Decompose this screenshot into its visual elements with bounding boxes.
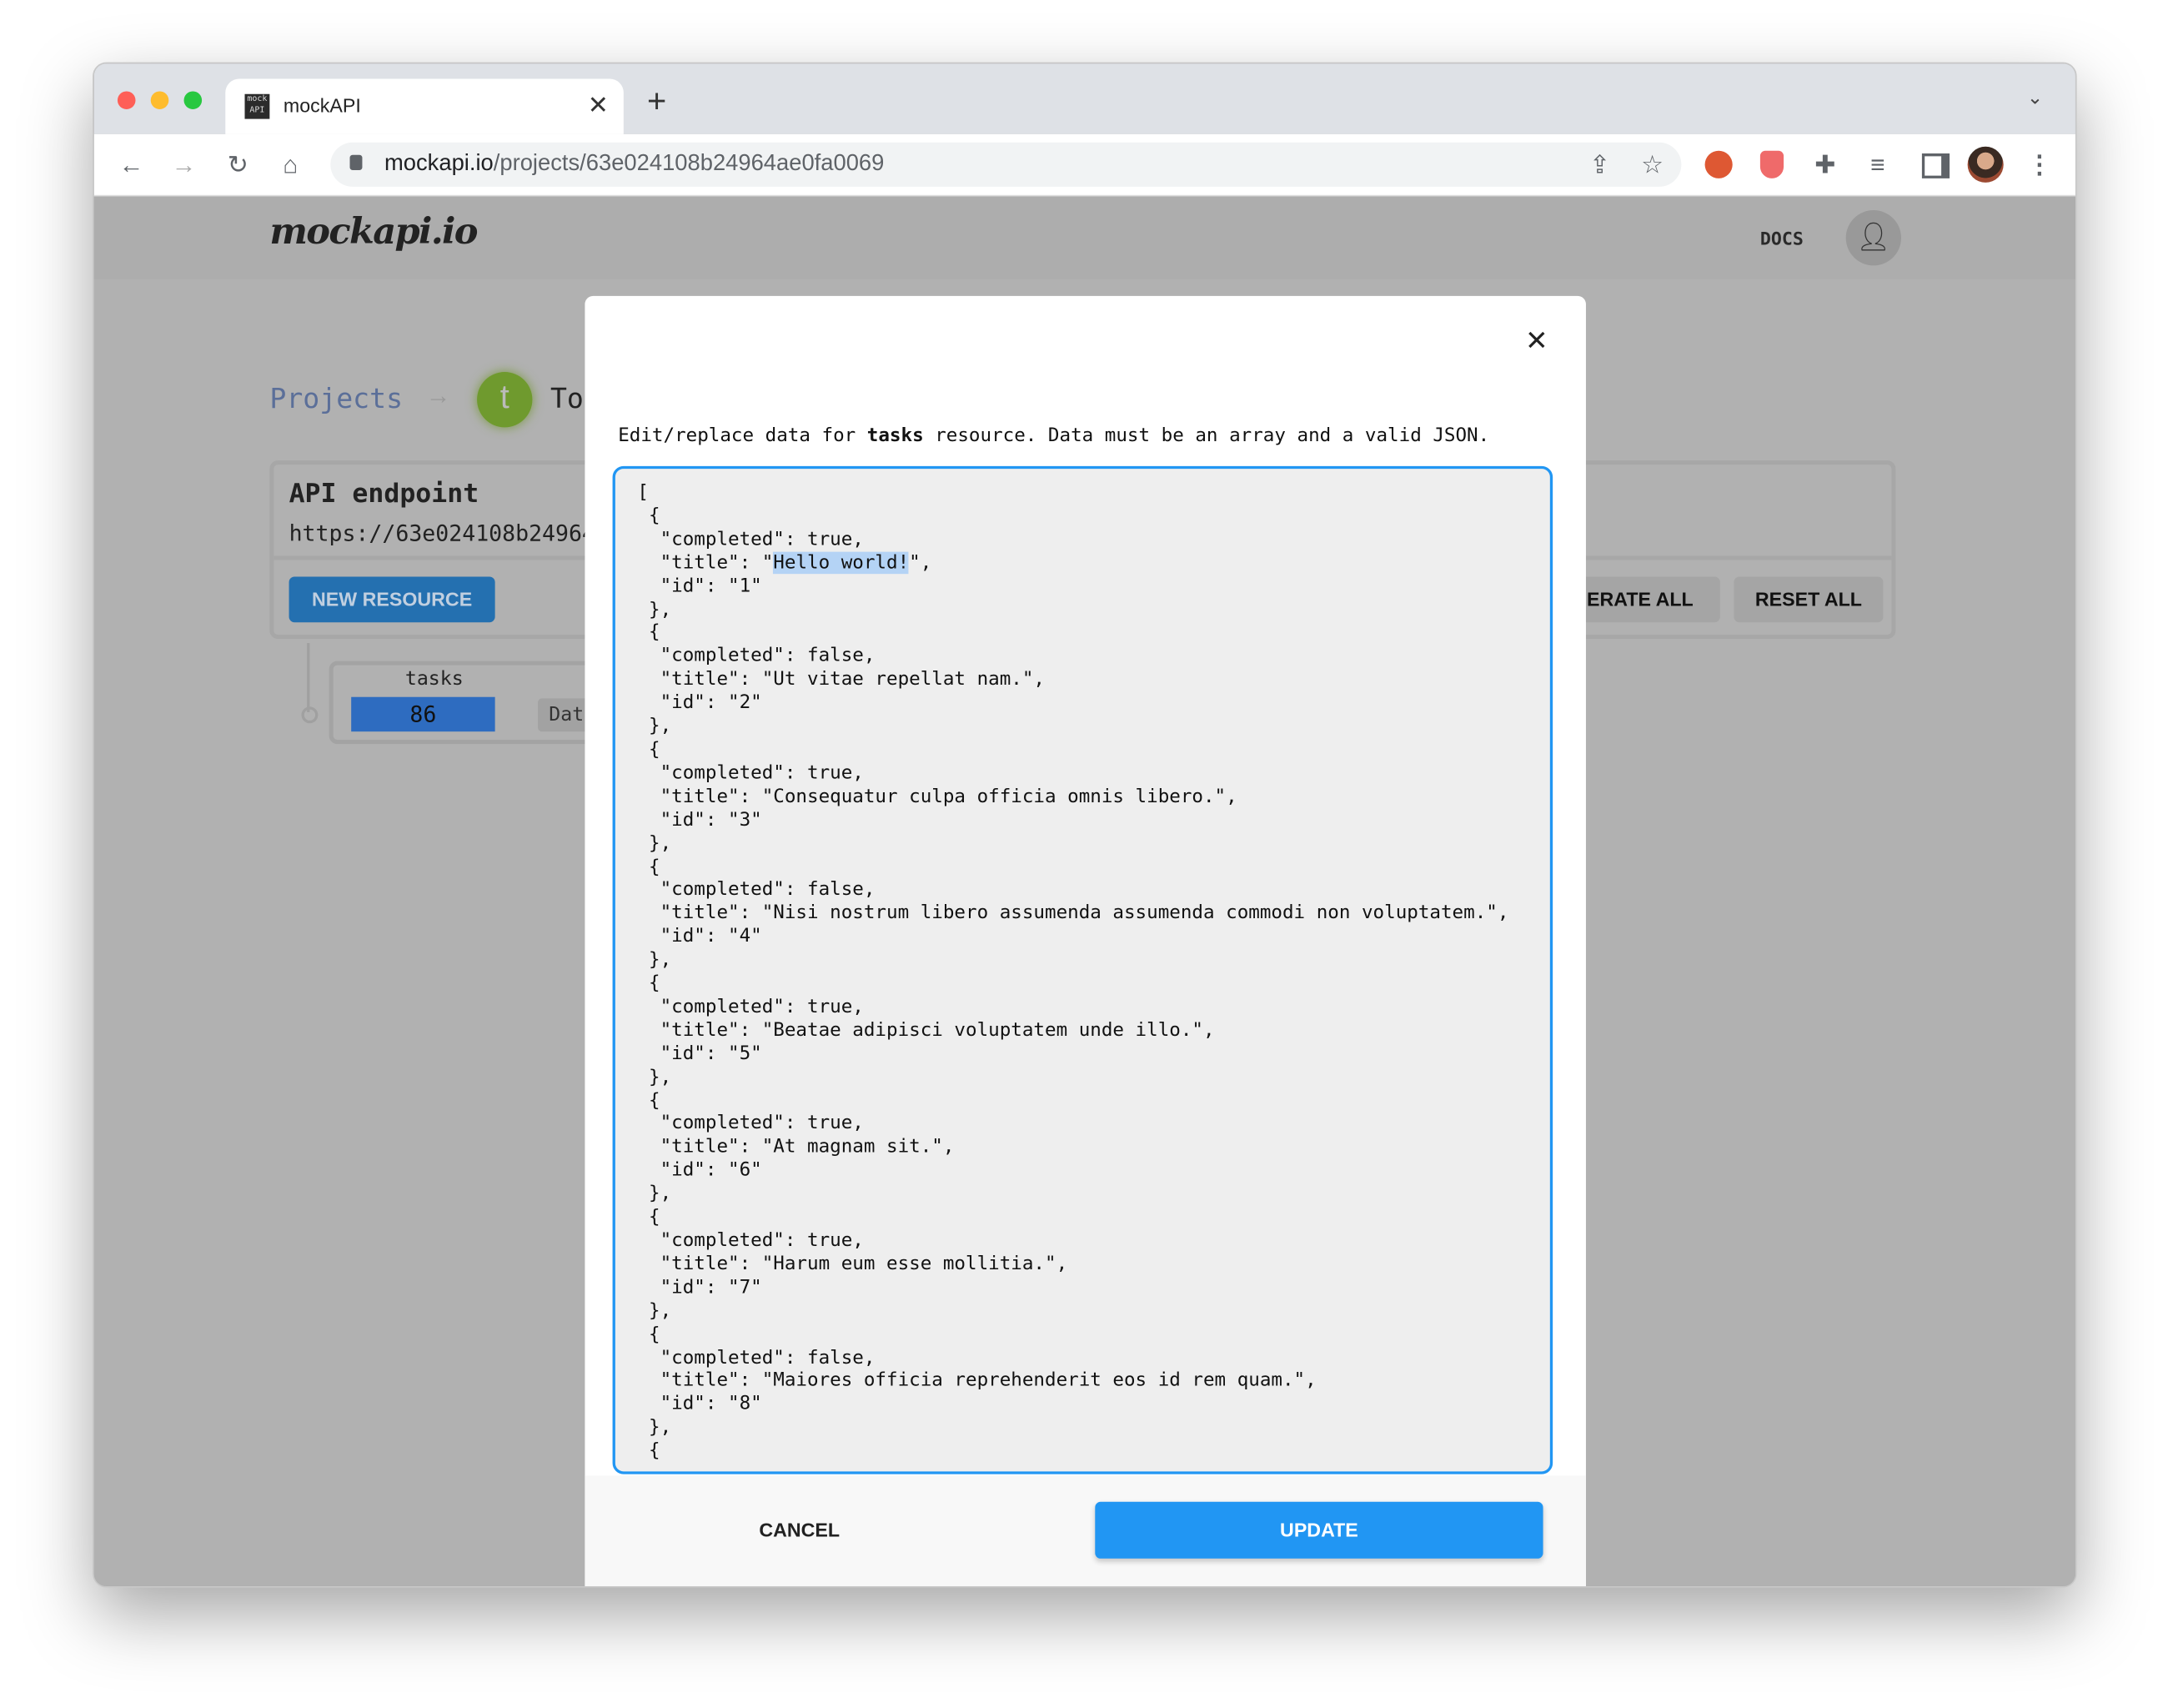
address-bar[interactable]: mockapi.io/projects/63e024108b24964ae0fa… — [330, 142, 1682, 187]
json-text[interactable]: [ { "completed": true, "title": "Hello w… — [615, 469, 1550, 1471]
tree-line — [307, 643, 310, 712]
user-account-icon[interactable]: 👤︎ — [1845, 210, 1902, 266]
new-resource-button[interactable]: NEW RESOURCE — [289, 576, 495, 623]
json-data-textarea[interactable]: [ { "completed": true, "title": "Hello w… — [612, 465, 1553, 1474]
update-button[interactable]: UPDATE — [1095, 1501, 1543, 1559]
browser-toolbar: ← → ↻ ⌂ mockapi.io/projects/63e024108b24… — [93, 133, 2075, 197]
side-panel-icon[interactable] — [1921, 153, 1950, 178]
tab-title: mockAPI — [283, 93, 361, 117]
tab-list-chevron-icon[interactable]: ⌄ — [2027, 86, 2043, 109]
endpoint-heading: API endpoint — [289, 478, 479, 510]
url-host: mockapi.io — [384, 150, 494, 176]
duckduckgo-extension-icon[interactable] — [1704, 150, 1733, 178]
resource-count-bar[interactable]: 86 — [351, 696, 495, 732]
new-tab-icon[interactable]: + — [647, 83, 666, 121]
page-content: mockapi.io DOCS 👤︎ Projects → t Todo API… — [93, 196, 2075, 1586]
desc-resource: tasks — [866, 424, 924, 447]
minimize-window-button[interactable] — [150, 91, 169, 109]
project-avatar: t — [477, 372, 533, 428]
site-header: mockapi.io DOCS 👤︎ — [93, 196, 2075, 279]
lock-icon — [349, 154, 363, 170]
share-icon[interactable]: ⇪ — [1583, 148, 1617, 181]
url-path: /projects/63e024108b24964ae0fa0069 — [493, 150, 885, 176]
reset-all-button[interactable]: RESET ALL — [1734, 576, 1884, 623]
tab-bar: mock API mockAPI ✕ + ⌄ — [93, 63, 2075, 134]
browser-tab[interactable]: mock API mockAPI ✕ — [225, 78, 624, 134]
desc-prefix: Edit/replace data for — [618, 424, 867, 447]
breadcrumb-projects[interactable]: Projects — [269, 382, 403, 415]
favicon-icon: mock API — [244, 93, 270, 119]
edit-data-modal: ✕ Edit/replace data for tasks resource. … — [585, 295, 1586, 1586]
close-window-button[interactable] — [117, 91, 136, 109]
close-icon[interactable]: ✕ — [1525, 324, 1548, 358]
more-menu-icon[interactable]: ⋮ — [2023, 148, 2056, 181]
profile-avatar[interactable] — [1967, 146, 2004, 183]
reload-icon[interactable]: ↻ — [221, 148, 254, 181]
docs-link[interactable]: DOCS — [1760, 229, 1804, 250]
site-logo[interactable]: mockapi.io — [269, 212, 478, 254]
desc-suffix: resource. Data must be an array and a va… — [923, 424, 1490, 447]
resource-name[interactable]: tasks — [405, 668, 464, 691]
breadcrumb-arrow-icon: → — [425, 381, 451, 409]
bookmark-star-icon[interactable]: ☆ — [1636, 148, 1669, 181]
maximize-window-button[interactable] — [183, 91, 203, 109]
browser-window: mock API mockAPI ✕ + ⌄ ← → ↻ ⌂ mockapi.i… — [93, 62, 2077, 1588]
modal-footer: CANCEL UPDATE — [585, 1475, 1586, 1586]
home-icon[interactable]: ⌂ — [274, 148, 307, 181]
back-icon[interactable]: ← — [115, 148, 148, 181]
text-selection: Hello world! — [773, 551, 910, 574]
media-control-icon[interactable]: ≡ — [1861, 148, 1894, 181]
forward-icon[interactable]: → — [168, 148, 201, 181]
shield-extension-icon[interactable] — [1759, 150, 1784, 178]
cancel-button[interactable]: CANCEL — [759, 1519, 840, 1541]
tree-node — [301, 706, 319, 724]
modal-description: Edit/replace data for tasks resource. Da… — [618, 424, 1489, 447]
extensions-puzzle-icon[interactable]: ✚ — [1809, 148, 1842, 181]
tab-close-icon[interactable]: ✕ — [588, 91, 609, 120]
